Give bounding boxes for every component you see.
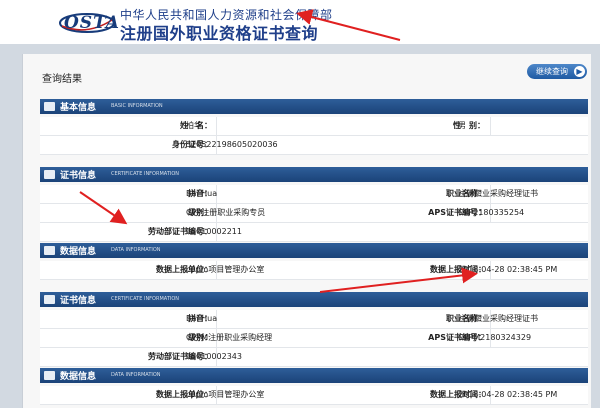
annotation-arrow (296, 9, 401, 41)
annotation-arrows (79, 9, 478, 293)
annotation-arrow (79, 191, 128, 225)
annotation-arrow (319, 267, 478, 293)
